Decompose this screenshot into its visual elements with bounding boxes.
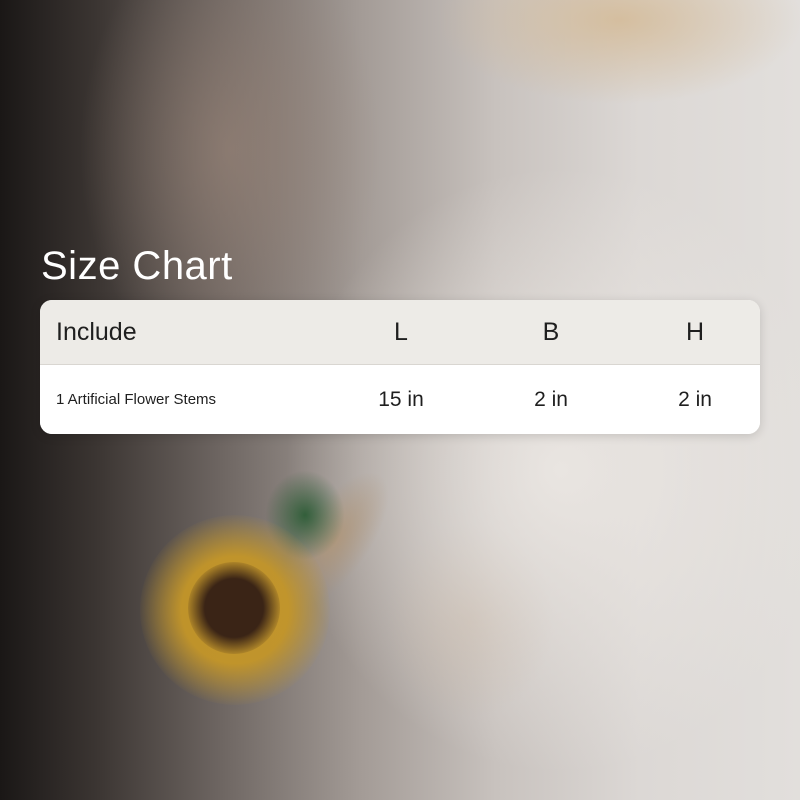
- cell-include: 1 Artificial Flower Stems: [56, 391, 217, 408]
- sunflower-center: [188, 562, 280, 654]
- size-chart-table: Include L B H 1 Artificial Flower Stems …: [40, 300, 760, 434]
- header-length: L: [394, 317, 408, 346]
- cell-height: 2 in: [678, 387, 712, 411]
- page-title: Size Chart: [41, 244, 233, 288]
- table-row: 1 Artificial Flower Stems 15 in 2 in 2 i…: [40, 365, 760, 434]
- header-include: Include: [56, 317, 137, 346]
- header-height: H: [685, 317, 705, 346]
- table-header-row: Include L B H: [40, 300, 760, 365]
- cell-breadth: 2 in: [534, 387, 568, 411]
- header-breadth: B: [542, 317, 560, 346]
- cell-length: 15 in: [378, 387, 424, 411]
